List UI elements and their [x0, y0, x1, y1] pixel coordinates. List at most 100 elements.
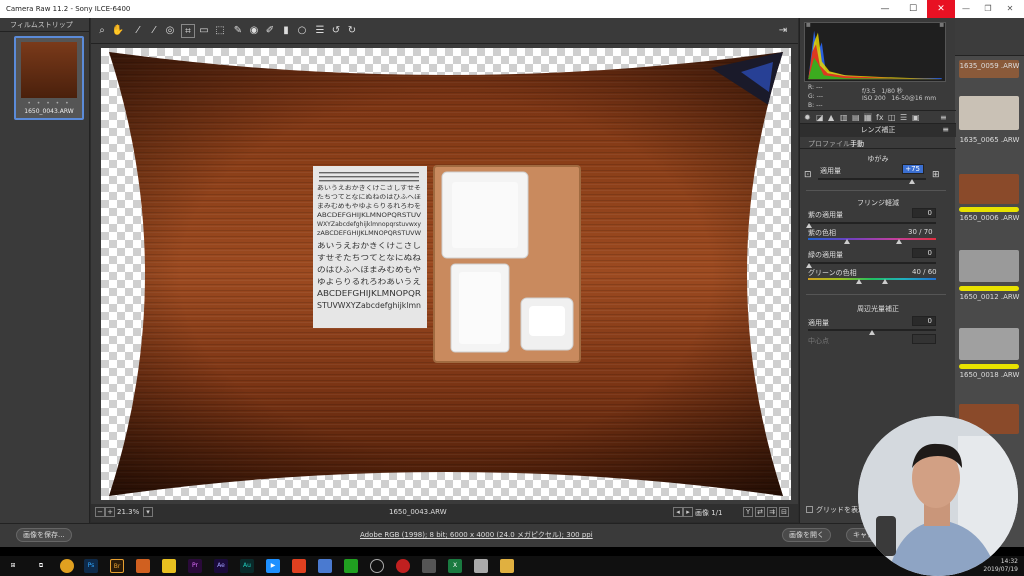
thumbnail-image	[21, 42, 77, 98]
distortion-amount-input[interactable]: +75	[902, 164, 924, 174]
green-hue-value[interactable]: 40 / 60	[912, 268, 937, 276]
before-after-y-button[interactable]: Y	[743, 507, 753, 517]
vignette-amount-thumb[interactable]	[869, 330, 875, 335]
task-view-icon[interactable]: ⧉	[34, 559, 48, 573]
purple-hue-thumb-high[interactable]	[896, 239, 902, 244]
zoom-dropdown-icon[interactable]: ▾	[143, 507, 153, 517]
green-hue-thumb-low[interactable]	[856, 279, 862, 284]
purple-hue-thumb-low[interactable]	[844, 239, 850, 244]
tab-hsl-icon[interactable]: ▥	[840, 113, 848, 122]
prev-image-button[interactable]: ◂	[673, 507, 683, 517]
target-adjust-icon[interactable]: ◎	[163, 24, 177, 38]
transform-tool-icon[interactable]: ⬚	[213, 24, 227, 38]
next-image-button[interactable]: ▸	[683, 507, 693, 517]
grid-checkbox[interactable]	[806, 506, 813, 513]
restore-icon[interactable]: ❐	[977, 0, 999, 18]
radial-filter-icon[interactable]: ○	[295, 24, 309, 38]
close-icon[interactable]: ✕	[999, 0, 1021, 18]
rating-stars[interactable]: • • • • •	[16, 100, 82, 107]
after-effects-icon[interactable]: Ae	[214, 559, 228, 573]
green-amount-track[interactable]	[808, 262, 936, 264]
background-thumb[interactable]	[959, 250, 1019, 282]
zoom-in-button[interactable]: +	[105, 507, 115, 517]
before-after-toggle-button[interactable]: ⊟	[779, 507, 789, 517]
vignette-amount-input[interactable]: 0	[912, 316, 936, 326]
rotate-cw-icon[interactable]: ↻	[345, 24, 359, 38]
green-hue-track[interactable]	[808, 278, 936, 280]
background-thumb[interactable]	[959, 174, 1019, 204]
line-icon[interactable]	[344, 559, 358, 573]
app-icon[interactable]	[136, 559, 150, 573]
minimize-icon[interactable]: —	[955, 0, 977, 18]
calculator-icon[interactable]	[422, 559, 436, 573]
image-counter: 画像 1/1	[695, 509, 723, 517]
zoom-out-button[interactable]: −	[95, 507, 105, 517]
webcam-overlay	[858, 416, 1018, 576]
white-balance-tool-icon[interactable]: ⁄	[131, 24, 145, 38]
tab-basic-icon[interactable]: ✹	[804, 113, 811, 122]
save-image-button[interactable]: 画像を保存...	[16, 528, 72, 542]
adjustment-brush-icon[interactable]: ✐	[263, 24, 277, 38]
preferences-icon[interactable]: ☰	[313, 24, 327, 38]
minimize-icon[interactable]: —	[871, 0, 899, 18]
image-canvas[interactable]: あいうえおかきくけこさしすせそ たちつてとなにぬねのはひふへほ まみむめもやゆよらり…	[91, 44, 798, 504]
straighten-tool-icon[interactable]: ▭	[197, 24, 211, 38]
tab-fx-icon[interactable]: fx	[876, 113, 884, 122]
before-after-swap-button[interactable]: ⇄	[755, 507, 765, 517]
tab-tone-curve-icon[interactable]: ◪	[816, 113, 824, 122]
panel-menu-icon[interactable]: ≡	[940, 113, 947, 122]
background-thumb-label: 1635_0065 .ARW	[959, 136, 1020, 144]
spot-removal-icon[interactable]: ✎	[231, 24, 245, 38]
folder-icon[interactable]	[500, 559, 514, 573]
start-icon[interactable]: ⊞	[6, 559, 20, 573]
app-icon[interactable]	[474, 559, 488, 573]
app-icon[interactable]	[370, 559, 384, 573]
purple-amount-track[interactable]	[808, 222, 936, 224]
zoom-level[interactable]: 21.3%	[117, 508, 139, 516]
export-icon[interactable]: ⇥	[776, 24, 790, 38]
audition-icon[interactable]: Au	[240, 559, 254, 573]
histogram	[804, 22, 946, 82]
zoom-tool-icon[interactable]: ⌕	[95, 24, 109, 38]
maximize-icon[interactable]: ☐	[899, 0, 927, 18]
tab-split-toning-icon[interactable]: ▤	[852, 113, 860, 122]
green-amount-input[interactable]: 0	[912, 248, 936, 258]
chrome-icon[interactable]	[60, 559, 74, 573]
tab-manual[interactable]: 手動	[850, 139, 864, 149]
purple-amount-input[interactable]: 0	[912, 208, 936, 218]
bridge-icon[interactable]: Br	[110, 559, 124, 573]
hand-tool-icon[interactable]: ✋	[111, 24, 125, 38]
background-thumb[interactable]	[959, 328, 1019, 360]
color-sampler-icon[interactable]: ⁄	[147, 24, 161, 38]
tab-snapshots-icon[interactable]: ▣	[912, 113, 920, 122]
tab-profile[interactable]: プロファイル	[808, 139, 850, 149]
app-icon[interactable]	[318, 559, 332, 573]
app-icon[interactable]	[162, 559, 176, 573]
premiere-icon[interactable]: Pr	[188, 559, 202, 573]
graduated-filter-icon[interactable]: ▮	[279, 24, 293, 38]
red-eye-icon[interactable]: ◉	[247, 24, 261, 38]
tab-presets-icon[interactable]: ☰	[900, 113, 907, 122]
tab-calibration-icon[interactable]: ◫	[888, 113, 896, 122]
rotate-ccw-icon[interactable]: ↺	[329, 24, 343, 38]
app-icon[interactable]	[396, 559, 410, 573]
open-image-button[interactable]: 画像を開く	[782, 528, 831, 542]
close-icon[interactable]: ✕	[927, 0, 955, 18]
distortion-slider-thumb[interactable]	[908, 179, 915, 184]
workflow-options-link[interactable]: Adobe RGB (1998); 8 bit; 6000 x 4000 (24…	[360, 530, 593, 540]
green-hue-thumb-high[interactable]	[882, 279, 888, 284]
tab-lens-icon[interactable]: ▦	[864, 113, 872, 122]
app-icon[interactable]	[292, 559, 306, 573]
purple-hue-value[interactable]: 30 / 70	[908, 228, 933, 236]
app-icon[interactable]: ▶	[266, 559, 280, 573]
before-after-copy-button[interactable]: ⇉	[767, 507, 777, 517]
excel-icon[interactable]: X	[448, 559, 462, 573]
photoshop-icon[interactable]: Ps	[84, 559, 98, 573]
section-menu-icon[interactable]: ≡	[942, 125, 949, 134]
filmstrip-thumbnail[interactable]: • • • • • 1650_0043.ARW	[14, 36, 84, 120]
purple-hue-track[interactable]	[808, 238, 936, 240]
preview-photo[interactable]: あいうえおかきくけこさしすせそたちつてとなにぬねのはひふへほまみむめもやゆよらり…	[101, 48, 791, 500]
background-thumb[interactable]	[959, 96, 1019, 130]
crop-tool-icon[interactable]: ⌗	[181, 24, 195, 38]
tab-detail-icon[interactable]: ▲	[828, 113, 834, 122]
